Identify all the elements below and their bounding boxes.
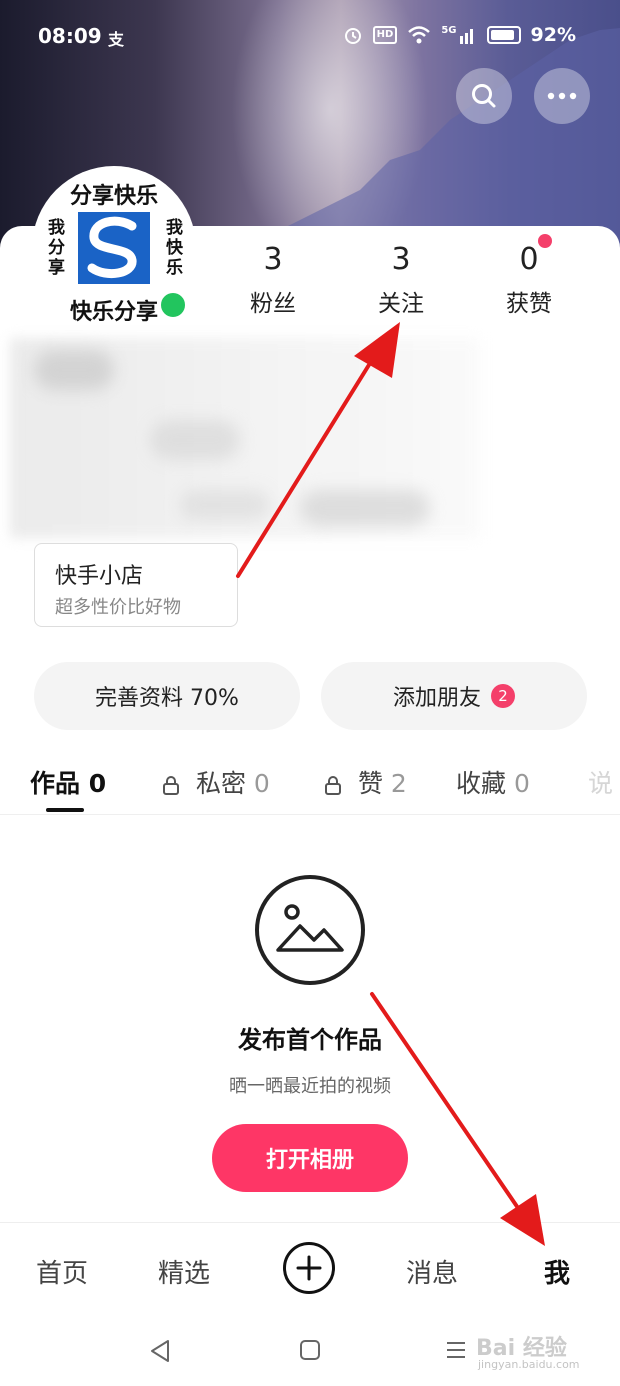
more-button[interactable] [534,68,590,124]
avatar-logo [78,212,150,284]
active-tab-underline [46,808,84,812]
stat-fans-value: 3 [263,242,283,277]
stat-following[interactable]: 3 关注 [346,242,456,318]
open-album-label: 打开相册 [265,1148,354,1173]
battery-icon [486,26,521,44]
menu-lines-icon[interactable] [444,1338,468,1362]
watermark-url: jingyan.baidu.com [478,1358,580,1371]
add-friends-label: 添加朋友 [392,686,481,711]
stat-likes-label: 获赞 [506,291,552,317]
signal-bars-icon [459,29,473,44]
status-bar: 08:09 支 HD 5G 92% [0,0,620,76]
tab-more-label: 说 [588,769,614,798]
stat-likes[interactable]: 0 获赞 [474,242,584,318]
blurred-bio-block [34,350,114,390]
tab-private-count: 0 [253,769,270,798]
home-square-icon[interactable] [298,1338,322,1362]
online-indicator [158,290,188,320]
battery-percent: 92% [530,24,576,46]
avatar-top-text: 分享快乐 [69,184,158,209]
image-placeholder-icon [255,875,365,985]
tab-works-count: 0 [88,769,107,798]
tab-more[interactable]: 说 [588,764,613,800]
nav-home[interactable]: 首页 [36,1253,88,1290]
blurred-bio-block [180,490,270,520]
signal-icon: 5G [441,26,476,44]
likes-notification-dot [538,234,552,248]
shop-subtitle: 超多性价比好物 [55,597,181,618]
empty-state-title: 发布首个作品 [238,1026,382,1054]
tab-works[interactable]: 作品 0 [30,764,106,800]
system-nav-bar: Bai 经验 jingyan.baidu.com [0,1318,620,1386]
stat-likes-value: 0 [519,242,539,277]
back-triangle-icon[interactable] [148,1338,172,1364]
tab-favorites-count: 0 [513,769,530,798]
open-album-button[interactable]: 打开相册 [212,1124,408,1192]
add-friends-button[interactable]: 添加朋友 2 [321,662,587,730]
status-app-indicator: 支 [108,30,125,49]
tab-favorites-label: 收藏 [456,769,507,798]
tab-private-label: 私密 [195,769,246,798]
nav-me[interactable]: 我 [544,1253,570,1290]
add-friends-badge: 2 [491,684,515,708]
complete-profile-label: 完善资料 70% [95,686,239,711]
stat-following-value: 3 [391,242,411,277]
wifi-icon [408,26,431,44]
search-icon [472,84,496,108]
stat-fans-label: 粉丝 [250,291,296,317]
status-icons: HD 5G 92% [343,24,576,46]
stat-fans[interactable]: 3 粉丝 [218,242,328,318]
tab-liked-label: 赞 [357,769,383,798]
shop-title: 快手小店 [55,564,144,589]
plus-icon[interactable] [282,1241,336,1295]
avatar-left-text: 我分享 [48,218,65,278]
status-time: 08:09 [38,24,102,48]
tab-private[interactable]: 私密 0 [162,764,270,800]
empty-state-subtitle: 晒一晒最近拍的视频 [229,1076,391,1097]
profile-tabs: 作品 0 私密 0 赞 2 收藏 0 说 [0,752,620,814]
lock-icon [163,776,179,795]
stat-following-label: 关注 [378,291,424,317]
network-type: 5G [441,25,457,36]
bottom-nav: 首页 精选 消息 我 [0,1222,620,1319]
lock-icon [325,776,341,795]
tab-liked-count: 2 [390,769,407,798]
more-dots-icon [547,92,577,100]
search-button[interactable] [456,68,512,124]
avatar-right-text: 我快乐 [166,218,183,278]
alarm-icon [344,28,361,44]
nav-featured[interactable]: 精选 [158,1253,210,1290]
s-logo-icon [87,216,137,279]
blurred-bio-block [300,490,430,526]
tab-liked[interactable]: 赞 2 [324,764,407,800]
nav-messages[interactable]: 消息 [406,1253,458,1290]
shop-card[interactable]: 快手小店 超多性价比好物 [34,543,238,627]
complete-profile-button[interactable]: 完善资料 70% [34,662,300,730]
tabs-divider [0,814,620,815]
tab-works-label: 作品 [30,769,81,798]
blurred-bio-block [150,420,240,460]
tab-favorites[interactable]: 收藏 0 [456,764,530,800]
hd-icon: HD [372,26,398,44]
